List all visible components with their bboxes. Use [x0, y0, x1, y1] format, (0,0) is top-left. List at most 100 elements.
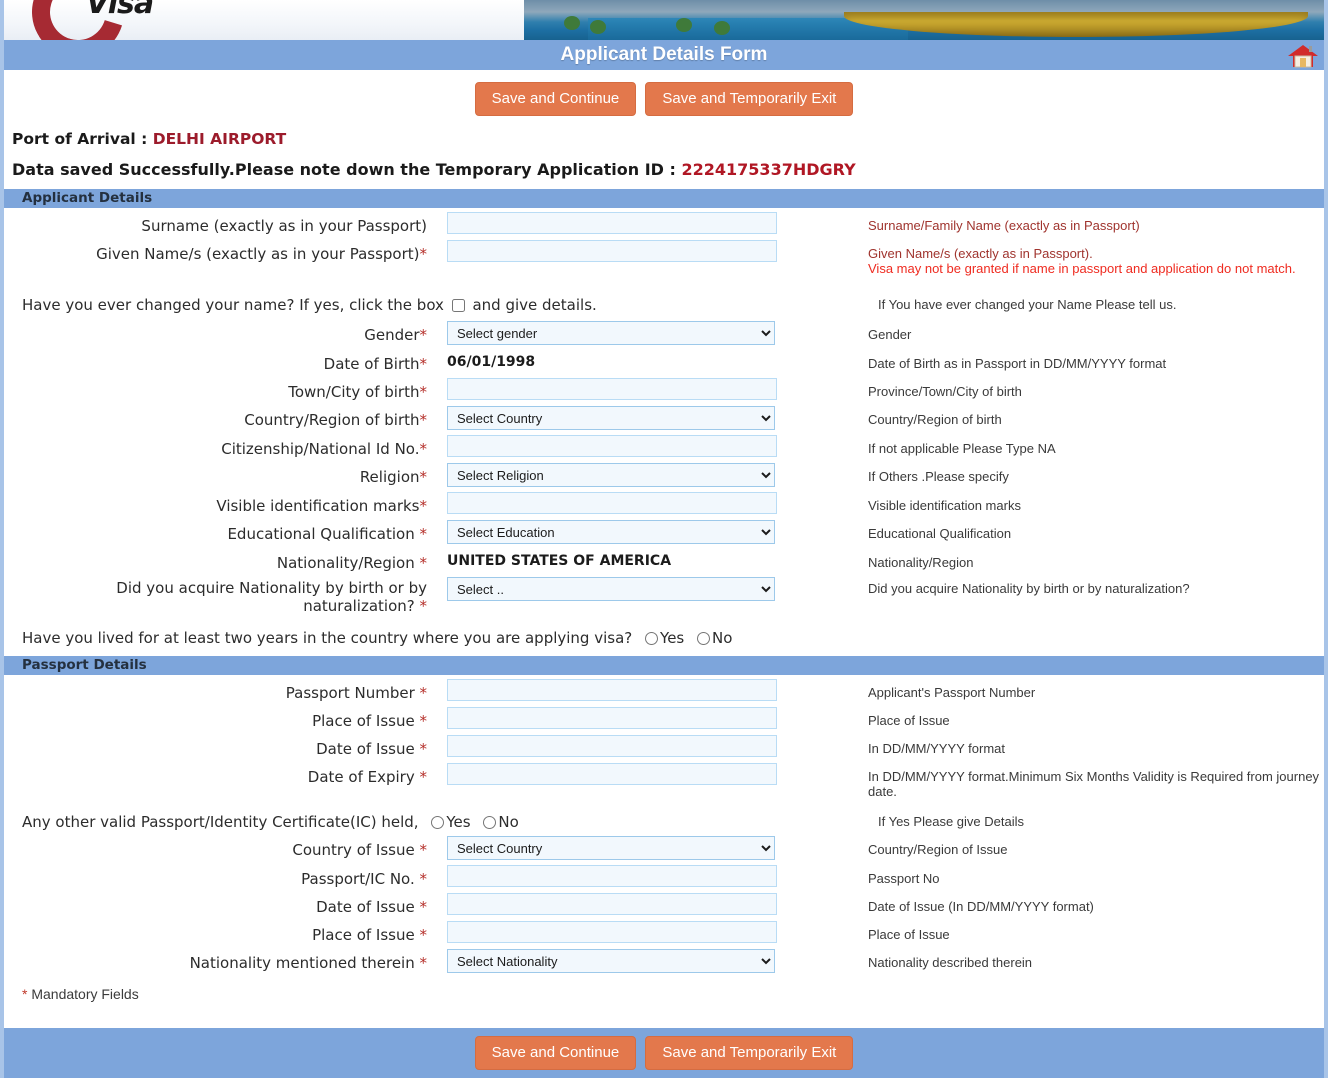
row-country-of-birth: Country/Region of birth* Select Country … [4, 406, 1324, 430]
label-religion: Religion* [359, 468, 427, 486]
label-citizenship-national-id: Citizenship/National Id No.* [221, 440, 427, 458]
row-town-city-of-birth: Town/City of birth* Province/Town/City o… [4, 378, 1324, 401]
row-nationality-region: Nationality/Region * UNITED STATES OF AM… [4, 549, 1324, 572]
help-nationality-region: Nationality/Region [868, 555, 974, 570]
applicant-details-section-header: Applicant Details [4, 189, 1324, 208]
row-ic-place-of-issue: Place of Issue * Place of Issue [4, 921, 1324, 944]
country-of-birth-select[interactable]: Select Country [447, 406, 775, 430]
other-passport-no-radio[interactable] [483, 816, 497, 829]
help-passport-place-of-issue: Place of Issue [868, 713, 950, 728]
surname-input[interactable] [447, 212, 777, 234]
row-gender: Gender* Select gender Gender [4, 321, 1324, 345]
other-passport-yes-radio[interactable] [431, 816, 445, 829]
port-of-arrival-label: Port of Arrival : [12, 130, 153, 148]
label-ic-number: Passport/IC No. * [301, 870, 427, 888]
passport-date-of-expiry-input[interactable] [447, 763, 777, 785]
row-lived-two-years: Have you lived for at least two years in… [4, 628, 1324, 648]
label-ic-place-of-issue: Place of Issue * [312, 926, 427, 944]
port-of-arrival: Port of Arrival : DELHI AIRPORT [4, 124, 1324, 148]
row-given-name: Given Name/s (exactly as in your Passpor… [4, 240, 1324, 276]
help-given-name: Given Name/s (exactly as in Passport). V… [854, 240, 1324, 276]
ic-nationality-select[interactable]: Select Nationality [447, 949, 775, 973]
applicant-details-page: Visa Applicant Details Form Save and Con… [0, 0, 1328, 1078]
label-country-of-birth: Country/Region of birth* [244, 411, 427, 429]
ic-number-input[interactable] [447, 865, 777, 887]
label-ic-date-of-issue: Date of Issue * [316, 898, 427, 916]
row-name-change-question: Have you ever changed your name? If yes,… [4, 295, 1324, 315]
ic-date-of-issue-input[interactable] [447, 893, 777, 915]
ic-country-of-issue-select[interactable]: Select Country [447, 836, 775, 860]
citizenship-national-id-input[interactable] [447, 435, 777, 457]
label-acquire-nationality: Did you acquire Nationality by birth or … [116, 579, 427, 615]
row-visible-identification-marks: Visible identification marks* Visible id… [4, 492, 1324, 515]
save-and-continue-button-top[interactable]: Save and Continue [474, 82, 637, 116]
label-ic-nationality: Nationality mentioned therein * [189, 954, 427, 972]
help-religion: If Others .Please specify [868, 469, 1009, 484]
name-change-checkbox[interactable] [451, 299, 465, 312]
row-ic-nationality: Nationality mentioned therein * Select N… [4, 949, 1324, 973]
lived-two-years-radios: Yes No [637, 629, 732, 647]
label-passport-place-of-issue: Place of Issue * [312, 712, 427, 730]
mandatory-fields-note: * Mandatory Fields [22, 986, 139, 1002]
educational-qualification-select[interactable]: Select Education [447, 520, 775, 544]
date-of-birth-value: 06/01/1998 [447, 354, 536, 370]
label-passport-number: Passport Number * [285, 684, 427, 702]
help-ic-date-of-issue: Date of Issue (In DD/MM/YYYY format) [868, 899, 1094, 914]
label-town-city-of-birth: Town/City of birth* [288, 383, 427, 401]
help-gender: Gender [868, 327, 912, 342]
save-and-temporarily-exit-button-top[interactable]: Save and Temporarily Exit [645, 82, 854, 116]
given-name-input[interactable] [447, 240, 777, 262]
religion-select[interactable]: Select Religion [447, 463, 775, 487]
passport-number-input[interactable] [447, 679, 777, 701]
acquire-nationality-select[interactable]: Select .. [447, 577, 775, 601]
help-ic-nationality: Nationality described therein [868, 955, 1033, 970]
label-passport-date-of-issue: Date of Issue * [316, 740, 427, 758]
help-ic-number: Passport No [868, 871, 940, 886]
other-passport-question: Any other valid Passport/Identity Certif… [22, 813, 519, 831]
top-action-bar: Save and Continue Save and Temporarily E… [4, 70, 1324, 124]
row-religion: Religion* Select Religion If Others .Ple… [4, 463, 1324, 487]
nationality-region-value: UNITED STATES OF AMERICA [447, 553, 672, 569]
help-passport-date-of-issue: In DD/MM/YYYY format [868, 741, 1006, 756]
label-visible-identification-marks: Visible identification marks* [216, 497, 427, 515]
home-icon[interactable] [1286, 41, 1320, 71]
evisa-logo-text: Visa [86, 0, 154, 21]
saved-message: Data saved Successfully.Please note down… [4, 148, 1324, 189]
town-city-of-birth-input[interactable] [447, 378, 777, 400]
help-country-of-birth: Country/Region of birth [868, 412, 1002, 427]
label-given-name: Given Name/s (exactly as in your Passpor… [96, 245, 427, 263]
row-ic-number: Passport/IC No. * Passport No [4, 865, 1324, 888]
row-citizenship-national-id: Citizenship/National Id No.* If not appl… [4, 435, 1324, 458]
gender-select[interactable]: Select gender [447, 321, 775, 345]
lived-two-years-yes-radio[interactable] [645, 632, 659, 645]
save-and-continue-button-bottom[interactable]: Save and Continue [474, 1036, 637, 1070]
banner-foliage [564, 14, 764, 36]
help-visible-identification-marks: Visible identification marks [868, 498, 1021, 513]
row-ic-date-of-issue: Date of Issue * Date of Issue (In DD/MM/… [4, 893, 1324, 916]
save-and-temporarily-exit-button-bottom[interactable]: Save and Temporarily Exit [645, 1036, 854, 1070]
ic-place-of-issue-input[interactable] [447, 921, 777, 943]
label-ic-country-of-issue: Country of Issue * [292, 841, 427, 859]
passport-details-section-header: Passport Details [4, 656, 1324, 675]
saved-message-text: Data saved Successfully.Please note down… [12, 160, 682, 179]
label-date-of-birth: Date of Birth* [323, 355, 427, 373]
help-ic-place-of-issue: Place of Issue [868, 927, 950, 942]
help-name-change: If You have ever changed your Name Pleas… [878, 297, 1177, 312]
applicant-details-rows: Surname (exactly as in your Passport) Su… [4, 208, 1324, 656]
temporary-application-id: 2224175337HDGRY [681, 160, 856, 179]
page-title-bar: Applicant Details Form [4, 40, 1324, 70]
visible-identification-marks-input[interactable] [447, 492, 777, 514]
passport-details-rows: Passport Number * Applicant's Passport N… [4, 675, 1324, 973]
row-surname: Surname (exactly as in your Passport) Su… [4, 212, 1324, 235]
name-change-question: Have you ever changed your name? If yes,… [22, 296, 597, 314]
passport-place-of-issue-input[interactable] [447, 707, 777, 729]
lived-two-years-no-radio[interactable] [697, 632, 711, 645]
help-acquire-nationality: Did you acquire Nationality by birth or … [868, 581, 1190, 596]
passport-date-of-issue-input[interactable] [447, 735, 777, 757]
label-gender: Gender* [364, 326, 427, 344]
help-passport-number: Applicant's Passport Number [868, 685, 1036, 700]
row-passport-date-of-expiry: Date of Expiry * In DD/MM/YYYY format.Mi… [4, 763, 1324, 799]
label-surname: Surname (exactly as in your Passport) [141, 217, 427, 235]
site-banner: Visa [4, 0, 1324, 40]
label-nationality-region: Nationality/Region * [276, 554, 427, 572]
